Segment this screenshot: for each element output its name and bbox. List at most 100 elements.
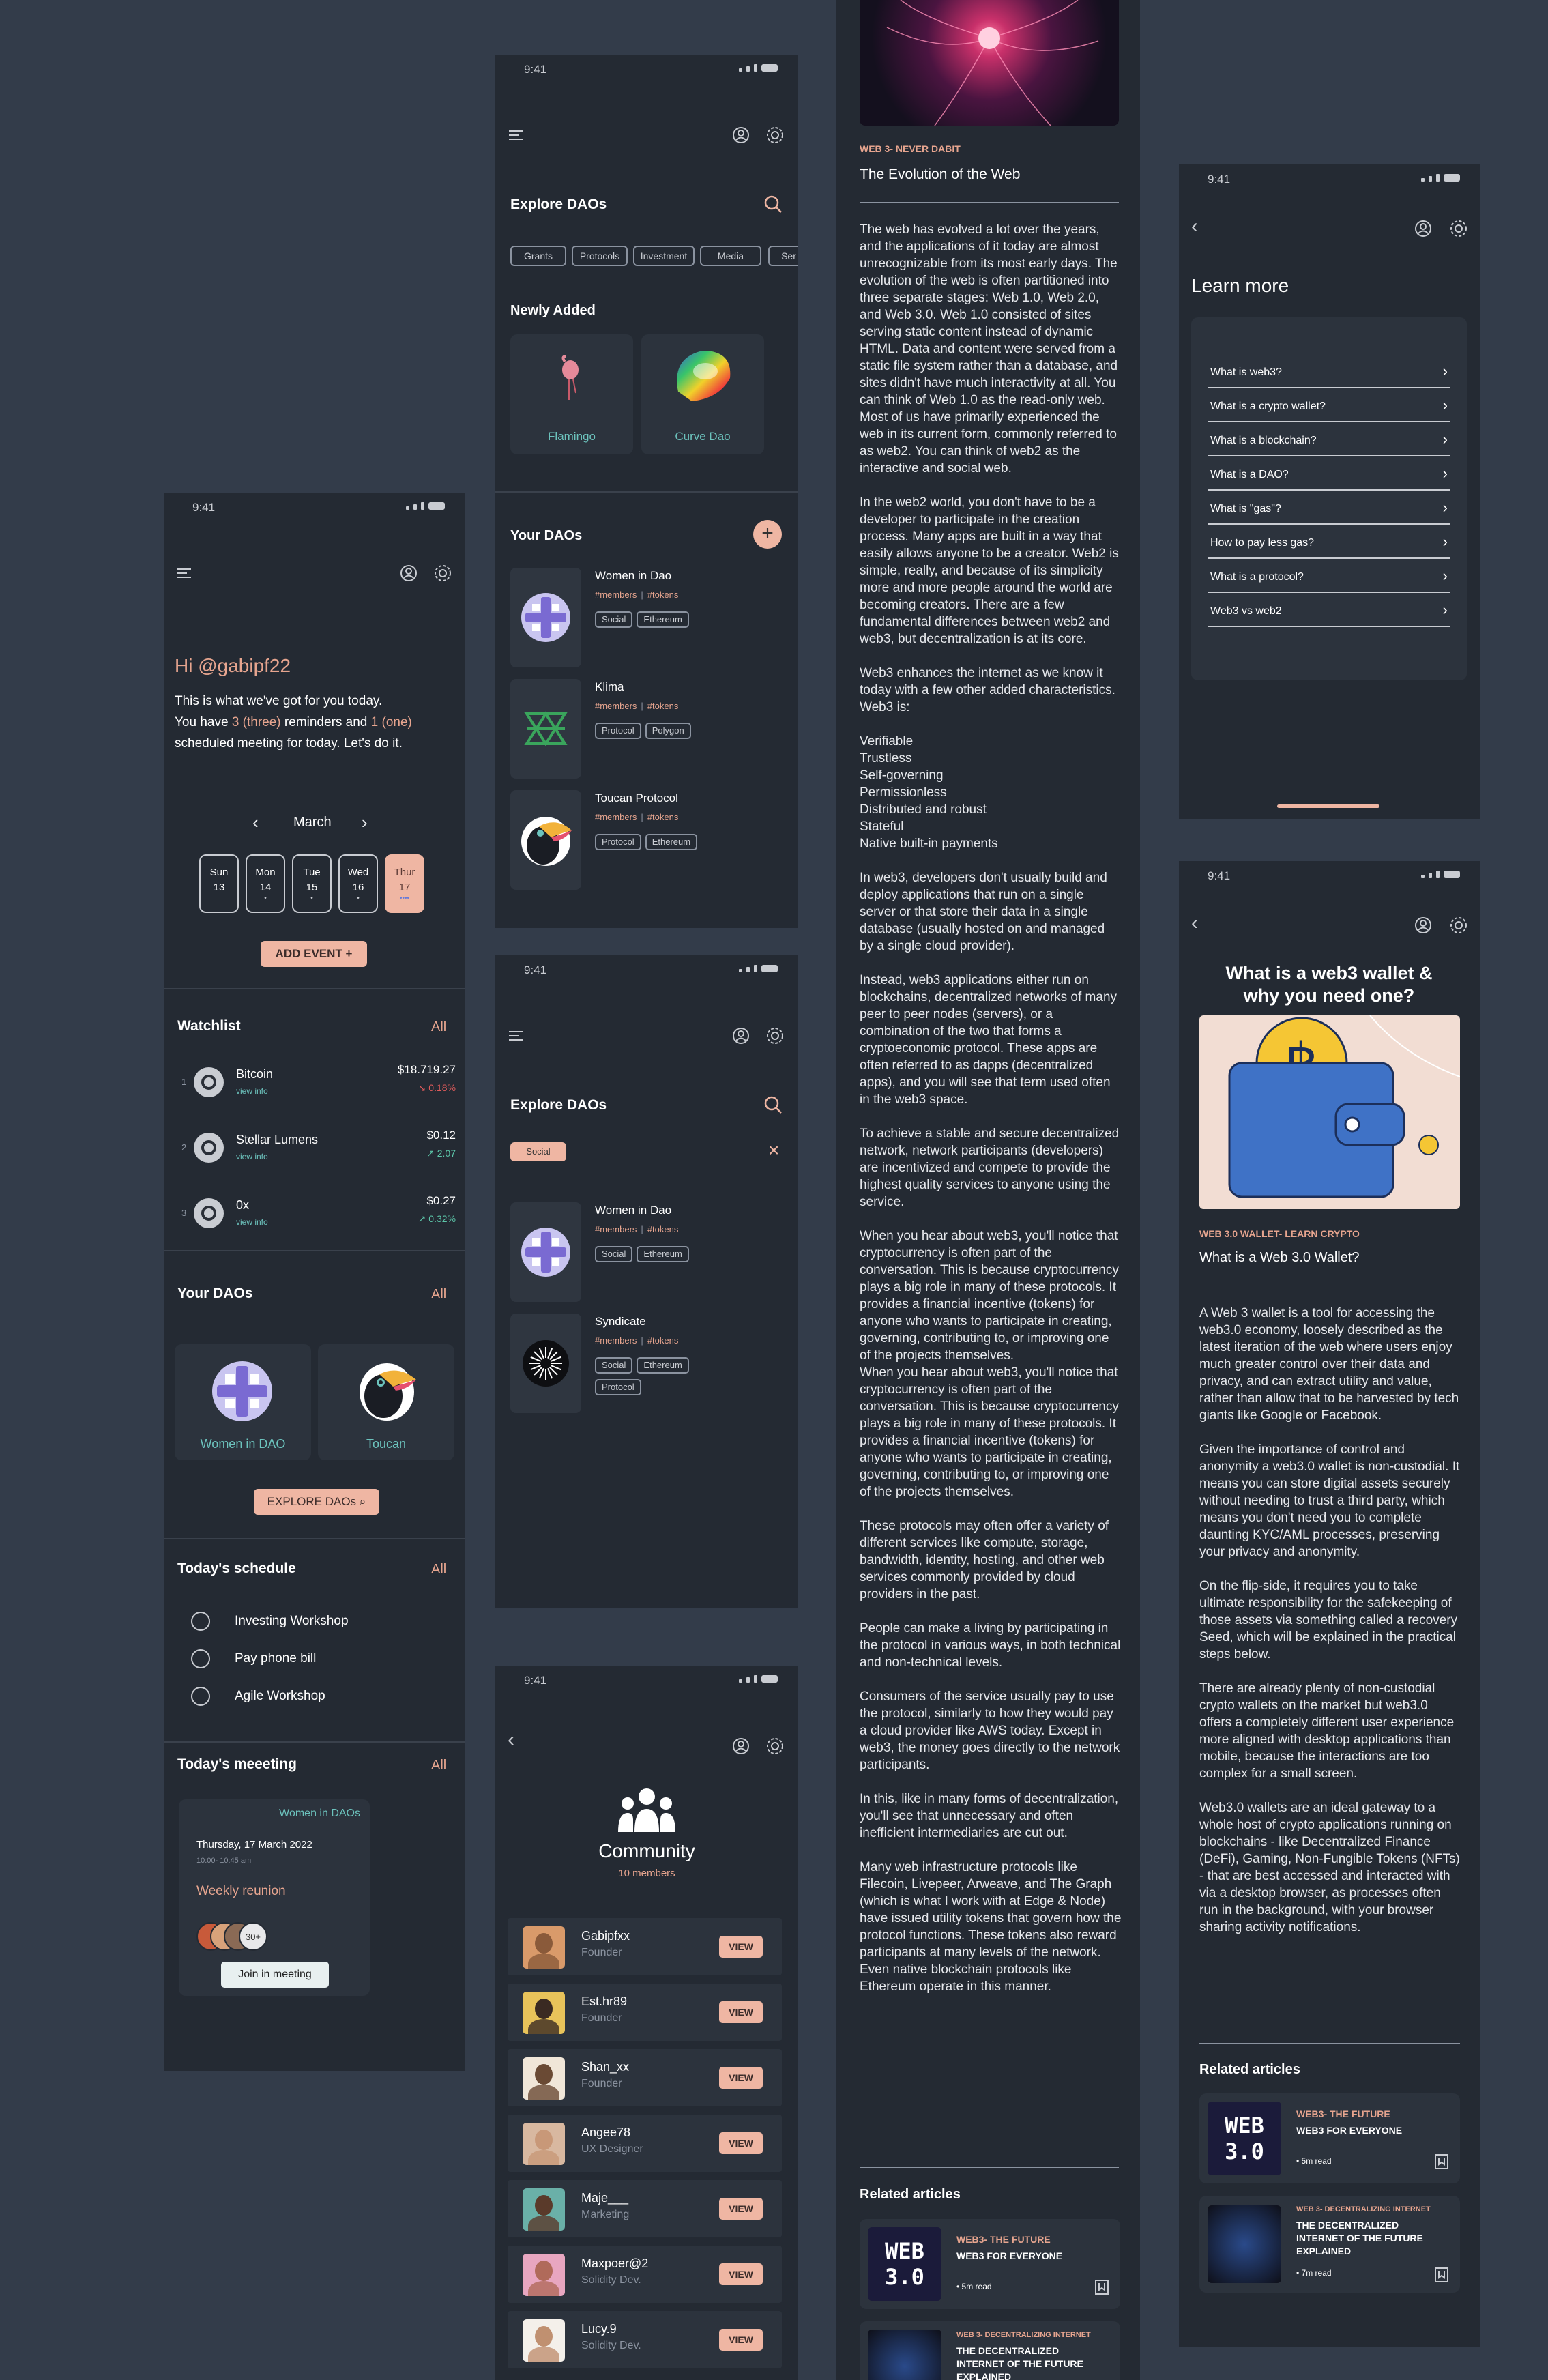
dao-logo[interactable]: [510, 1202, 581, 1302]
dao-logo[interactable]: [510, 1314, 581, 1413]
dao-tag[interactable]: Ethereum: [637, 1246, 689, 1262]
profile-icon[interactable]: [731, 1026, 750, 1049]
category-chip[interactable]: Media: [700, 246, 761, 266]
dao-logo[interactable]: [510, 790, 581, 890]
related-article-web3[interactable]: WEB 3.0 WEB3- THE FUTURE WEB3 FOR EVERYO…: [1199, 2093, 1460, 2183]
search-icon[interactable]: [763, 1094, 783, 1118]
new-dao-curve[interactable]: Curve Dao: [641, 334, 764, 454]
related-article-decentralized[interactable]: WEB 3- DECENTRALIZING INTERNET THE DECEN…: [860, 2321, 1120, 2380]
faq-item[interactable]: What is web3? ›: [1208, 361, 1450, 388]
explore-daos-button[interactable]: EXPLORE DAOs ⌕: [254, 1489, 379, 1515]
view-info-link[interactable]: view info: [236, 1217, 268, 1227]
faq-item[interactable]: What is a crypto wallet? ›: [1208, 395, 1450, 422]
category-chip[interactable]: Ser: [768, 246, 798, 266]
search-icon[interactable]: [763, 194, 783, 218]
settings-gear-icon[interactable]: [765, 1737, 785, 1759]
add-event-button[interactable]: ADD EVENT +: [261, 941, 367, 967]
dao-tag[interactable]: Protocol: [595, 1379, 641, 1395]
view-member-button[interactable]: VIEW: [719, 2132, 763, 2154]
bookmark-icon[interactable]: [1094, 2279, 1109, 2299]
schedule-checkbox[interactable]: [191, 1687, 210, 1706]
category-chip[interactable]: Investment: [633, 246, 695, 266]
related-article-web3[interactable]: WEB 3.0 WEB3- THE FUTURE WEB3 FOR EVERYO…: [860, 2219, 1120, 2309]
join-meeting-button[interactable]: Join in meeting: [221, 1962, 329, 1988]
faq-item[interactable]: What is a blockchain? ›: [1208, 429, 1450, 456]
profile-icon[interactable]: [731, 126, 750, 148]
profile-icon[interactable]: [731, 1737, 750, 1759]
coin-name[interactable]: 0x: [236, 1198, 249, 1213]
menu-icon[interactable]: [177, 568, 191, 579]
profile-icon[interactable]: [1414, 916, 1433, 938]
dao-logo[interactable]: [510, 679, 581, 779]
profile-icon[interactable]: [1414, 219, 1433, 242]
prev-month-chevron-icon[interactable]: ‹: [252, 812, 259, 833]
back-chevron-icon[interactable]: ‹: [1191, 912, 1198, 935]
settings-gear-icon[interactable]: [1449, 916, 1468, 938]
schedule-checkbox[interactable]: [191, 1612, 210, 1631]
dao-tag[interactable]: Protocol: [595, 723, 641, 739]
dao-tag[interactable]: Social: [595, 1357, 633, 1374]
settings-gear-icon[interactable]: [433, 564, 452, 586]
view-member-button[interactable]: VIEW: [719, 2329, 763, 2351]
dao-tag[interactable]: Social: [595, 611, 633, 628]
schedule-all-link[interactable]: All: [431, 1562, 446, 1578]
faq-item[interactable]: What is a protocol? ›: [1208, 566, 1450, 593]
schedule-checkbox[interactable]: [191, 1649, 210, 1668]
dao-name[interactable]: Klima: [595, 680, 624, 694]
settings-gear-icon[interactable]: [1449, 219, 1468, 242]
settings-gear-icon[interactable]: [765, 126, 785, 148]
view-info-link[interactable]: view info: [236, 1086, 268, 1096]
web3-badge-image: WEB 3.0: [1208, 2102, 1281, 2175]
back-chevron-icon[interactable]: ‹: [1191, 215, 1198, 238]
dao-tag[interactable]: Polygon: [645, 723, 691, 739]
settings-gear-icon[interactable]: [765, 1026, 785, 1049]
day-wed[interactable]: Wed 16 •: [338, 854, 378, 913]
dao-card-women[interactable]: Women in DAO: [175, 1344, 311, 1460]
your-daos-all-link[interactable]: All: [431, 1287, 446, 1303]
dao-name[interactable]: Women in Dao: [595, 1204, 671, 1217]
day-tue[interactable]: Tue 15 •: [292, 854, 332, 913]
faq-item[interactable]: How to pay less gas? ›: [1208, 532, 1450, 559]
day-mon[interactable]: Mon 14 •: [246, 854, 285, 913]
meeting-all-link[interactable]: All: [431, 1758, 446, 1773]
view-member-button[interactable]: VIEW: [719, 2001, 763, 2023]
dao-tag[interactable]: Protocol: [595, 834, 641, 850]
view-member-button[interactable]: VIEW: [719, 2198, 763, 2220]
dao-tag[interactable]: Ethereum: [637, 1357, 689, 1374]
faq-item[interactable]: What is a DAO? ›: [1208, 463, 1450, 491]
next-month-chevron-icon[interactable]: ›: [362, 812, 368, 833]
menu-icon[interactable]: [509, 1030, 523, 1045]
new-dao-flamingo[interactable]: Flamingo: [510, 334, 633, 454]
add-dao-plus-icon[interactable]: +: [753, 520, 782, 549]
view-info-link[interactable]: view info: [236, 1152, 268, 1161]
view-member-button[interactable]: VIEW: [719, 1936, 763, 1958]
dao-name[interactable]: Toucan Protocol: [595, 792, 678, 805]
view-member-button[interactable]: VIEW: [719, 2263, 763, 2285]
back-chevron-icon[interactable]: ‹: [508, 1728, 514, 1752]
clear-filter-close-icon[interactable]: ×: [768, 1140, 779, 1161]
coin-name[interactable]: Bitcoin: [236, 1067, 273, 1082]
menu-icon[interactable]: [509, 130, 523, 144]
coin-name[interactable]: Stellar Lumens: [236, 1133, 318, 1147]
day-sun[interactable]: Sun 13: [199, 854, 239, 913]
dao-tag[interactable]: Social: [595, 1246, 633, 1262]
dao-name[interactable]: Syndicate: [595, 1315, 646, 1329]
related-article-decentralized[interactable]: WEB 3- DECENTRALIZING INTERNET THE DECEN…: [1199, 2196, 1460, 2293]
dao-name[interactable]: Women in Dao: [595, 569, 671, 583]
dao-logo[interactable]: [510, 568, 581, 667]
watchlist-all-link[interactable]: All: [431, 1019, 446, 1035]
view-member-button[interactable]: VIEW: [719, 2067, 763, 2089]
dao-tag[interactable]: Ethereum: [645, 834, 698, 850]
day-thur[interactable]: Thur 17 ••••: [385, 854, 424, 913]
status-bar: 9:41: [495, 55, 798, 82]
category-chip[interactable]: Grants: [510, 246, 566, 266]
bookmark-icon[interactable]: [1434, 2153, 1449, 2173]
faq-item[interactable]: Web3 vs web2 ›: [1208, 600, 1450, 627]
faq-item[interactable]: What is "gas"? ›: [1208, 497, 1450, 525]
profile-icon[interactable]: [399, 564, 418, 586]
dao-tag[interactable]: Ethereum: [637, 611, 689, 628]
category-chip[interactable]: Protocols: [572, 246, 628, 266]
active-filter-chip[interactable]: Social: [510, 1142, 566, 1161]
dao-card-toucan[interactable]: Toucan: [318, 1344, 454, 1460]
bookmark-icon[interactable]: [1434, 2267, 1449, 2287]
